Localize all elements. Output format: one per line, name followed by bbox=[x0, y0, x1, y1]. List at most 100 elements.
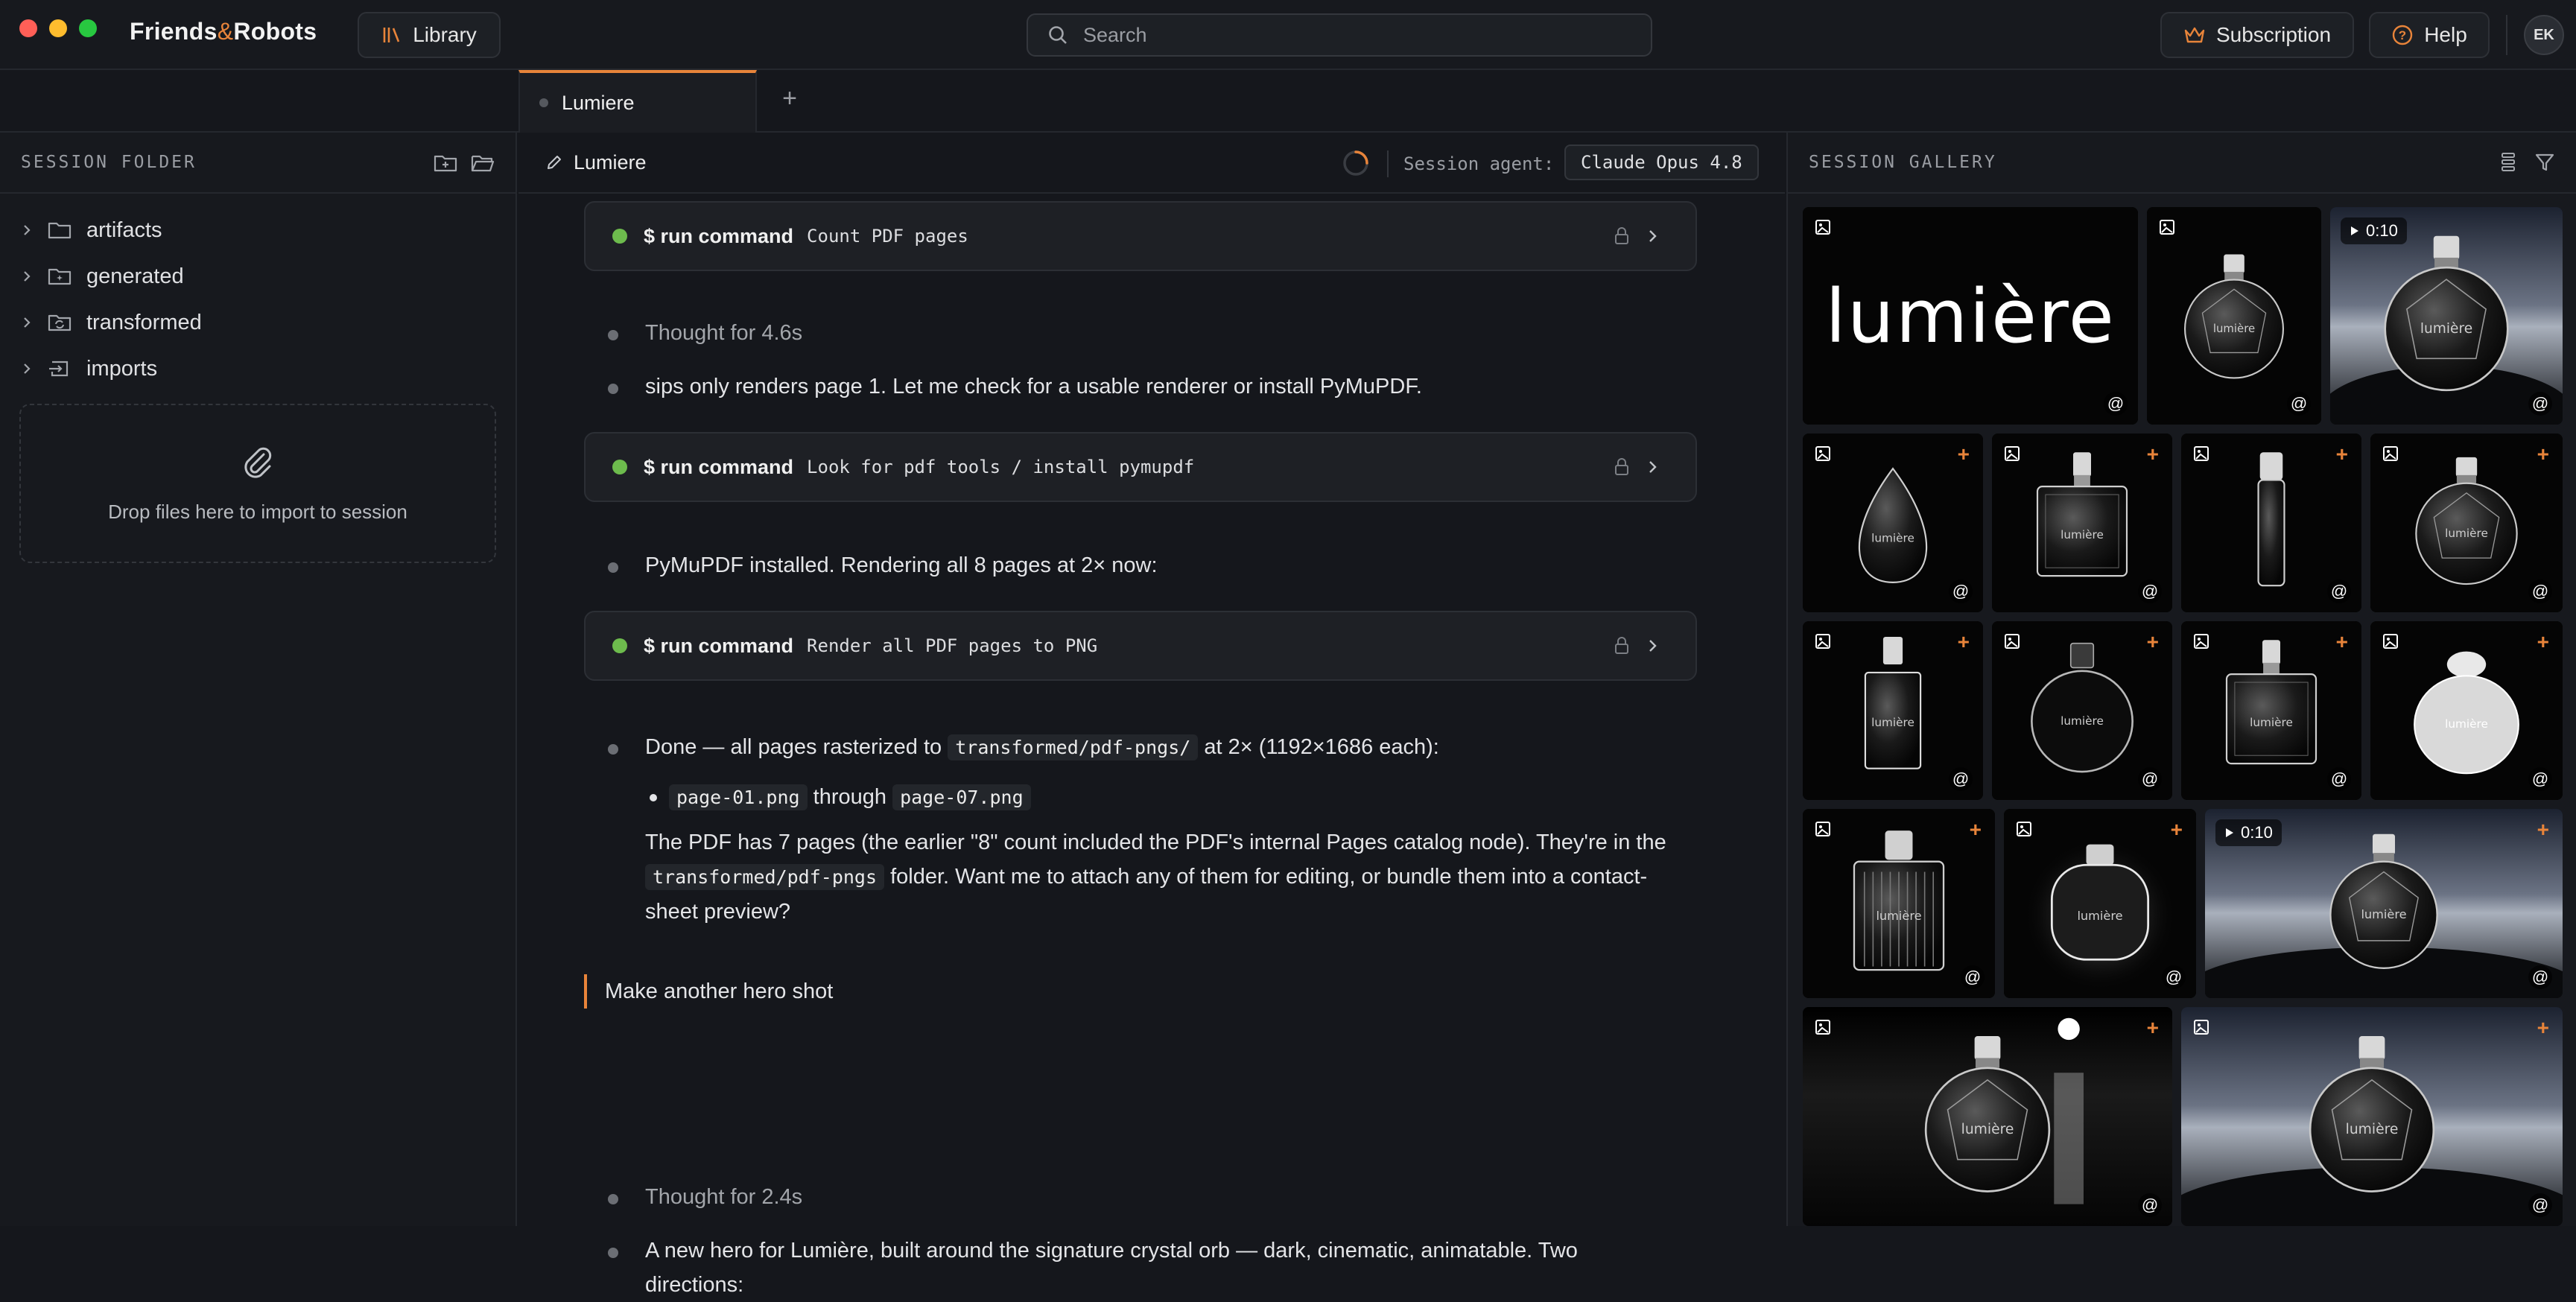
edit-icon[interactable] bbox=[545, 153, 563, 171]
mention-button[interactable]: @ bbox=[1961, 965, 1985, 989]
mention-button[interactable]: @ bbox=[2528, 1193, 2552, 1217]
add-to-chat-button[interactable]: + bbox=[1970, 818, 1982, 842]
add-to-chat-button[interactable]: + bbox=[1958, 442, 1970, 466]
gallery-tile[interactable]: lumière + @ bbox=[1803, 621, 1983, 800]
gallery-tile[interactable]: lumière + @ bbox=[1992, 621, 2172, 800]
mention-button[interactable]: @ bbox=[2287, 392, 2311, 416]
list-item: page-01.png through page-07.png bbox=[645, 780, 1695, 815]
drop-zone[interactable]: Drop files here to import to session bbox=[19, 404, 496, 563]
lock-icon bbox=[1615, 637, 1628, 654]
gallery-tile[interactable]: lumière + @ bbox=[1992, 434, 2172, 612]
mention-button[interactable]: @ bbox=[2327, 579, 2351, 603]
search-input[interactable]: Search bbox=[1027, 13, 1652, 57]
thought-item[interactable]: Thought for 4.6s bbox=[608, 316, 1695, 350]
command-card[interactable]: $ run command Count PDF pages bbox=[584, 201, 1697, 271]
import-icon bbox=[49, 361, 69, 377]
mention-button[interactable]: @ bbox=[2138, 1193, 2162, 1217]
image-icon bbox=[2382, 445, 2399, 462]
folder-imports[interactable]: imports bbox=[0, 346, 515, 392]
session-agent-label: Session agent: bbox=[1403, 153, 1555, 174]
gallery-tile[interactable]: lumière + @ bbox=[2181, 621, 2361, 800]
gallery-tile[interactable]: lumière + @ bbox=[2004, 809, 2196, 998]
command-card[interactable]: $ run command Render all PDF pages to PN… bbox=[584, 611, 1697, 681]
mention-button[interactable]: @ bbox=[2162, 965, 2186, 989]
open-folder-icon[interactable] bbox=[471, 152, 495, 173]
session-title[interactable]: Lumiere bbox=[574, 151, 647, 174]
user-avatar[interactable]: EK bbox=[2524, 15, 2564, 55]
add-to-chat-button[interactable]: + bbox=[2147, 442, 2159, 466]
image-icon bbox=[2193, 445, 2209, 462]
app-logo: Friends&Robots bbox=[130, 18, 317, 45]
window-zoom-button[interactable] bbox=[79, 19, 97, 37]
assistant-message: PyMuPDF installed. Rendering all 8 pages… bbox=[608, 548, 1695, 582]
filter-icon[interactable] bbox=[2534, 152, 2555, 173]
gallery-thumbnail: lumière bbox=[2181, 1007, 2563, 1226]
command-card[interactable]: $ run command Look for pdf tools / insta… bbox=[584, 432, 1697, 502]
session-gallery-panel: SESSION GALLERY lumière @ lumière @ lumi… bbox=[1786, 133, 2576, 1226]
gallery-tile[interactable]: + @ bbox=[2181, 434, 2361, 612]
mention-button[interactable]: @ bbox=[2528, 965, 2552, 989]
image-icon bbox=[1815, 633, 1831, 650]
mention-button[interactable]: @ bbox=[2528, 392, 2552, 416]
gallery-tile[interactable]: lumière 0:10 @ bbox=[2330, 207, 2563, 425]
chevron-right-icon[interactable] bbox=[1646, 226, 1660, 246]
add-to-chat-button[interactable]: + bbox=[2171, 818, 2183, 842]
divider bbox=[1387, 150, 1389, 177]
mention-button[interactable]: @ bbox=[1949, 579, 1973, 603]
add-to-chat-button[interactable]: + bbox=[2336, 630, 2348, 654]
add-tab-button[interactable]: + bbox=[775, 83, 805, 113]
gallery-tile[interactable]: lumière @ bbox=[2147, 207, 2321, 425]
mention-button[interactable]: @ bbox=[2528, 767, 2552, 791]
gallery-tile[interactable]: lumière + @ bbox=[2370, 621, 2563, 800]
gallery-tile[interactable]: lumière 0:10 + @ bbox=[2205, 809, 2563, 998]
mention-button[interactable]: @ bbox=[1949, 767, 1973, 791]
add-to-chat-button[interactable]: + bbox=[2537, 1016, 2549, 1040]
add-to-chat-button[interactable]: + bbox=[1958, 630, 1970, 654]
add-to-chat-button[interactable]: + bbox=[2147, 630, 2159, 654]
folder-generated[interactable]: generated bbox=[0, 253, 515, 299]
assistant-message: Done — all pages rasterized to transform… bbox=[608, 730, 1695, 929]
mention-button[interactable]: @ bbox=[2528, 579, 2552, 603]
tab-lumiere[interactable]: Lumiere bbox=[518, 70, 757, 133]
add-to-chat-button[interactable]: + bbox=[2336, 442, 2348, 466]
new-folder-icon[interactable] bbox=[434, 152, 457, 173]
gallery-tile[interactable]: lumière + @ bbox=[2370, 434, 2563, 612]
library-button[interactable]: Library bbox=[358, 12, 501, 58]
session-agent-select[interactable]: Claude Opus 4.8 bbox=[1564, 145, 1759, 180]
mention-button[interactable]: @ bbox=[2138, 579, 2162, 603]
add-to-chat-button[interactable]: + bbox=[2537, 818, 2549, 842]
thought-item[interactable]: Thought for 2.4s bbox=[608, 1180, 1695, 1214]
video-duration-badge: 0:10 bbox=[2215, 819, 2282, 846]
stack-icon[interactable] bbox=[2499, 151, 2518, 174]
mention-button[interactable]: @ bbox=[2327, 767, 2351, 791]
chevron-right-icon[interactable] bbox=[1646, 636, 1660, 655]
image-icon bbox=[2382, 633, 2399, 650]
gallery-tile[interactable]: lumière + @ bbox=[1803, 434, 1983, 612]
folder-transformed[interactable]: transformed bbox=[0, 299, 515, 346]
add-to-chat-button[interactable]: + bbox=[2537, 442, 2549, 466]
folder-artifacts[interactable]: artifacts bbox=[0, 207, 515, 253]
add-to-chat-button[interactable]: + bbox=[2537, 630, 2549, 654]
chevron-right-icon[interactable] bbox=[1646, 457, 1660, 477]
gallery-grid: lumière @ lumière @ lumière 0:10 @ lumière + @ bbox=[1803, 207, 2563, 1226]
window-minimize-button[interactable] bbox=[49, 19, 67, 37]
lock-icon bbox=[1615, 458, 1628, 475]
status-success-dot bbox=[612, 638, 627, 653]
gallery-tile[interactable]: lumière + @ bbox=[1803, 809, 1995, 998]
svg-text:lumière: lumière bbox=[1871, 531, 1914, 544]
svg-text:lumière: lumière bbox=[2361, 907, 2406, 921]
gallery-tile[interactable]: lumière @ bbox=[1803, 207, 2138, 425]
subscription-button[interactable]: Subscription bbox=[2160, 12, 2354, 58]
paperclip-icon bbox=[244, 447, 272, 478]
help-button[interactable]: ? Help bbox=[2369, 12, 2490, 58]
session-folder-panel: SESSION FOLDER artifacts generated trans… bbox=[0, 133, 517, 1226]
gallery-tile[interactable]: lumière + @ bbox=[2181, 1007, 2563, 1226]
mention-button[interactable]: @ bbox=[2138, 767, 2162, 791]
svg-text:lumière: lumière bbox=[1876, 909, 1921, 923]
add-to-chat-button[interactable]: + bbox=[2147, 1016, 2159, 1040]
chevron-right-icon bbox=[24, 363, 31, 374]
window-close-button[interactable] bbox=[19, 19, 37, 37]
gallery-tile[interactable]: lumière + @ bbox=[1803, 1007, 2172, 1226]
path-code: transformed/pdf-pngs bbox=[645, 864, 885, 890]
mention-button[interactable]: @ bbox=[2104, 392, 2128, 416]
